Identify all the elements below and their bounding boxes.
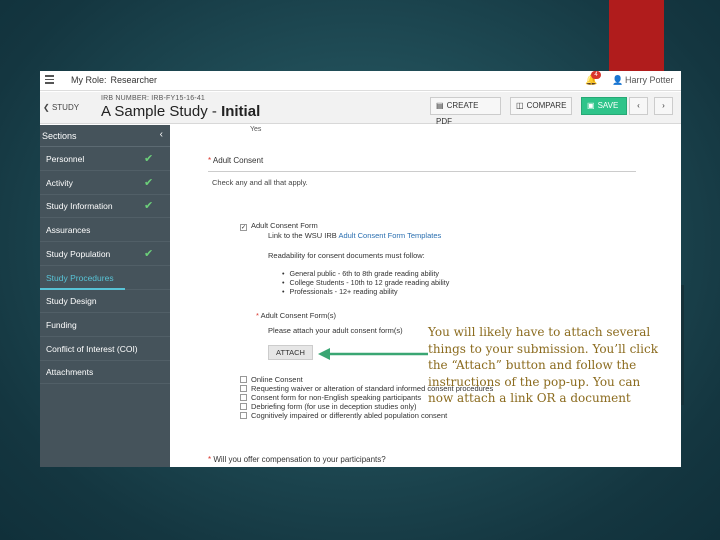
printer-icon: ▤ — [436, 101, 444, 110]
readability-list: General public - 6th to 8th grade readin… — [282, 269, 450, 296]
sidebar-item-personnel[interactable]: Personnel ✔ — [40, 148, 170, 171]
option-non-english[interactable]: Consent form for non-English speaking pa… — [240, 393, 421, 402]
list-item: General public - 6th to 8th grade readin… — [282, 269, 449, 278]
role-label: My Role: — [71, 75, 107, 85]
role-value: Researcher — [110, 75, 158, 85]
sidebar-item-label: Study Design — [46, 296, 97, 307]
sidebar-heading-label: Sections — [42, 131, 77, 141]
checkbox[interactable] — [240, 403, 247, 410]
compensation-question: * Will you offer compensation to your pa… — [208, 455, 386, 464]
option-online-consent[interactable]: Online Consent — [240, 375, 303, 384]
compare-label: COMPARE — [526, 101, 567, 110]
chevron-left-icon: ‹ — [637, 101, 640, 110]
attach-prompt: Please attach your adult consent form(s) — [268, 326, 403, 335]
sidebar-item-study-information[interactable]: Study Information ✔ — [40, 195, 170, 219]
page-title: A Sample Study - Initial — [101, 103, 260, 120]
sidebar-item-label: Study Information — [46, 201, 113, 212]
back-to-study-link[interactable]: ❮ STUDY — [43, 103, 79, 112]
collapse-sidebar-icon[interactable]: ‹ — [160, 129, 163, 140]
sidebar-item-label: Study Procedures — [46, 272, 114, 283]
chevron-right-icon: › — [662, 101, 665, 110]
previous-button[interactable]: ‹ — [629, 97, 648, 115]
sidebar-item-attachments[interactable]: Attachments — [40, 361, 170, 385]
list-item: College Students - 10th to 12 grade read… — [282, 278, 450, 287]
checkbox[interactable] — [240, 376, 247, 383]
irb-number: IRB NUMBER: IRB-FY15-16-41 — [101, 95, 206, 102]
template-link-line: Link to the WSU IRB Adult Consent Form T… — [268, 231, 441, 240]
question-text: Will you offer compensation to your part… — [213, 455, 386, 464]
sidebar-item-label: Personnel — [46, 154, 85, 164]
sidebar-item-conflict-of-interest-coi[interactable]: Conflict of Interest (COI) — [40, 338, 170, 361]
user-icon: 👤 — [612, 75, 624, 85]
checkbox[interactable] — [240, 412, 247, 419]
option-label: Consent form for non-English speaking pa… — [251, 393, 422, 402]
irb-app-window: My Role: Researcher 🔔 4 👤 Harry Potter ❮ … — [40, 71, 681, 467]
sidebar-item-study-procedures[interactable]: Study Procedures — [40, 267, 170, 290]
sidebar-item-label: Study Population — [46, 248, 111, 259]
callout-text: You will likely have to attach several t… — [428, 325, 658, 405]
sidebar-item-label: Attachments — [46, 367, 94, 378]
checkmark-icon: ✔ — [144, 176, 154, 189]
compare-button[interactable]: ◫ COMPARE — [510, 97, 572, 115]
create-pdf-button[interactable]: ▤ CREATE PDF — [430, 97, 501, 126]
readability-note: Readability for consent documents must f… — [268, 251, 425, 260]
form-content: Yes * Adult Consent Check any and all th… — [170, 125, 681, 467]
save-button[interactable]: ▣ SAVE — [581, 97, 627, 115]
link-prefix: Link to the WSU IRB — [268, 231, 339, 240]
consent-forms-label: * Adult Consent Form(s) — [256, 311, 336, 320]
hamburger-icon[interactable] — [45, 75, 54, 84]
checkmark-icon: ✔ — [144, 153, 154, 165]
checkbox[interactable] — [240, 385, 247, 392]
sidebar-item-study-design[interactable]: Study Design — [40, 290, 170, 314]
study-header: ❮ STUDY IRB NUMBER: IRB-FY15-16-41 A Sam… — [40, 92, 681, 126]
sidebar-item-label: Funding — [46, 319, 77, 330]
notification-badge: 4 — [591, 71, 601, 79]
title-prefix: A Sample Study - — [101, 103, 222, 120]
option-cognitively-impaired[interactable]: Cognitively impaired or differently able… — [240, 411, 447, 420]
sidebar-item-label: Activity — [46, 177, 73, 188]
adult-consent-form-option[interactable]: ✓ Adult Consent Form — [240, 221, 318, 231]
user-name[interactable]: Harry Potter — [625, 75, 674, 85]
option-debriefing[interactable]: Debriefing form (for use in deception st… — [240, 402, 417, 411]
instruction-text: Check any and all that apply. — [212, 178, 308, 187]
save-icon: ▣ — [587, 101, 595, 110]
list-item: Professionals - 12+ reading ability — [282, 287, 449, 296]
checkmark-icon: ✔ — [144, 247, 154, 260]
checkbox[interactable] — [240, 394, 247, 401]
section-title: * Adult Consent — [208, 156, 263, 165]
partial-option-text: Yes — [250, 126, 262, 133]
section-divider — [208, 171, 636, 172]
option-label: Cognitively impaired or differently able… — [251, 411, 448, 420]
title-status: Initial — [221, 103, 261, 120]
sidebar-item-study-population[interactable]: Study Population ✔ — [40, 243, 170, 266]
top-bar: My Role: Researcher 🔔 4 👤 Harry Potter — [40, 71, 681, 91]
option-label: Debriefing form (for use in deception st… — [251, 402, 417, 411]
attach-button[interactable]: ATTACH — [268, 345, 313, 360]
sidebar-item-label: Conflict of Interest (COI) — [46, 343, 138, 354]
checkmark-icon: ✔ — [144, 200, 154, 213]
option-label: Online Consent — [251, 375, 303, 384]
sidebar-heading: Sections ‹ — [40, 125, 170, 147]
arrow-to-attach-icon — [318, 348, 428, 360]
sidebar-item-funding[interactable]: Funding — [40, 314, 170, 337]
option-label: Adult Consent Form — [251, 221, 318, 230]
sidebar-item-assurances[interactable]: Assurances — [40, 219, 170, 243]
role-indicator: My Role: Researcher — [71, 75, 157, 85]
back-label: STUDY — [51, 103, 80, 112]
consent-template-link[interactable]: Adult Consent Form Templates — [338, 231, 441, 240]
section-title-text: Adult Consent — [212, 156, 264, 165]
sections-sidebar: Sections ‹ Personnel ✔ Activity ✔ Study Info… — [40, 125, 170, 467]
next-button[interactable]: › — [654, 97, 673, 115]
compare-icon: ◫ — [516, 101, 524, 110]
chevron-left-icon: ❮ — [43, 103, 52, 112]
save-label: SAVE — [597, 101, 619, 110]
sidebar-item-label: Assurances — [46, 225, 91, 236]
checkbox-checked[interactable]: ✓ — [240, 224, 247, 231]
sidebar-item-activity[interactable]: Activity ✔ — [40, 172, 170, 195]
consent-forms-text: Adult Consent Form(s) — [260, 311, 337, 320]
